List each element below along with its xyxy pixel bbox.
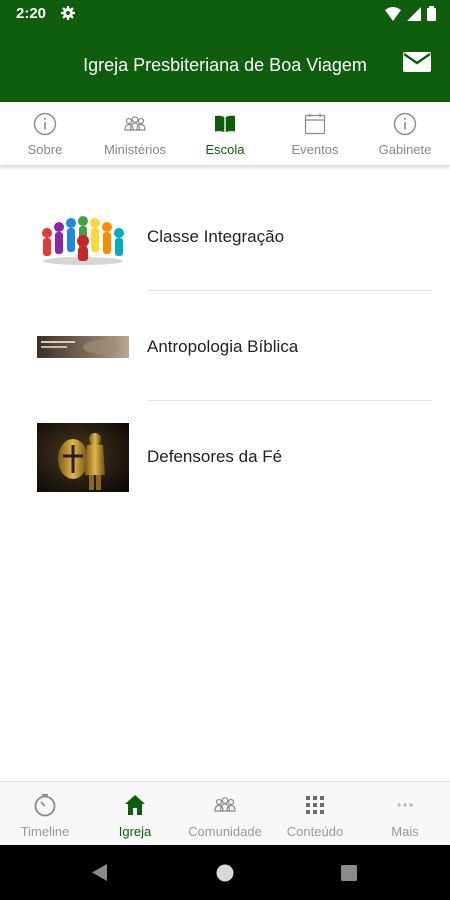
- list-item-defensores-da-fe[interactable]: Defensores da Fé: [0, 401, 450, 511]
- nav-igreja[interactable]: Igreja: [90, 782, 180, 846]
- colorful-people-thumbnail: [37, 211, 129, 265]
- settings-icon: [61, 6, 75, 20]
- info-icon: [393, 112, 417, 136]
- home-circle-icon[interactable]: [216, 864, 234, 882]
- signal-icon: [407, 6, 421, 21]
- more-icon: [397, 803, 413, 807]
- nav-conteudo[interactable]: Conteúdo: [270, 782, 360, 846]
- tab-escola[interactable]: Escola: [180, 102, 270, 166]
- nav-timeline[interactable]: Timeline: [0, 782, 90, 846]
- banner-thumbnail: [37, 336, 129, 358]
- book-icon: [215, 115, 235, 132]
- battery-icon: [427, 6, 436, 21]
- nav-mais[interactable]: Mais: [360, 782, 450, 846]
- tab-label: Ministérios: [103, 142, 167, 157]
- bottom-nav: Timeline Igreja Comunidade Conteúdo Mais: [0, 781, 450, 845]
- back-icon[interactable]: [92, 864, 108, 881]
- tab-label: Eventos: [291, 142, 339, 157]
- app-title: Igreja Presbiteriana de Boa Viagem: [83, 55, 367, 75]
- armored-knight-thumbnail: [37, 423, 129, 492]
- nav-label: Comunidade: [188, 824, 262, 839]
- tab-gabinete[interactable]: Gabinete: [360, 102, 450, 166]
- top-tabs: Sobre Ministérios Escola Eventos Gabinet…: [0, 102, 450, 166]
- system-nav-bar: [0, 845, 450, 900]
- app-bar: Igreja Presbiteriana de Boa Viagem: [0, 28, 450, 102]
- home-icon: [125, 795, 145, 815]
- list-item-classe-integracao[interactable]: Classe Integração: [0, 181, 450, 291]
- tab-label: Gabinete: [378, 142, 432, 157]
- calendar-icon: [304, 113, 326, 135]
- nav-label: Mais: [391, 824, 419, 839]
- nav-label: Conteúdo: [286, 824, 344, 839]
- mail-icon[interactable]: [402, 50, 432, 74]
- grid-icon: [306, 796, 324, 814]
- nav-label: Igreja: [118, 824, 152, 839]
- list-item-title: Classe Integração: [147, 227, 285, 246]
- nav-comunidade[interactable]: Comunidade: [180, 782, 270, 846]
- list-item-title: Antropologia Bíblica: [147, 337, 299, 356]
- list-item-antropologia-biblica[interactable]: Antropologia Bíblica: [0, 291, 450, 401]
- people-icon: [124, 116, 146, 131]
- people-icon: [214, 797, 236, 812]
- tab-ministerios[interactable]: Ministérios: [90, 102, 180, 166]
- info-icon: [33, 112, 57, 136]
- list-item-title: Defensores da Fé: [147, 447, 283, 466]
- wifi-icon: [385, 6, 401, 21]
- clock-icon: [34, 793, 56, 817]
- tab-sobre[interactable]: Sobre: [0, 102, 90, 166]
- nav-label: Timeline: [20, 824, 70, 839]
- tab-eventos[interactable]: Eventos: [270, 102, 360, 166]
- recents-icon[interactable]: [341, 865, 357, 881]
- status-time: 2:20: [16, 5, 47, 22]
- status-bar: 2:20: [0, 0, 450, 28]
- tab-label: Sobre: [27, 142, 63, 157]
- tab-label: Escola: [205, 142, 245, 157]
